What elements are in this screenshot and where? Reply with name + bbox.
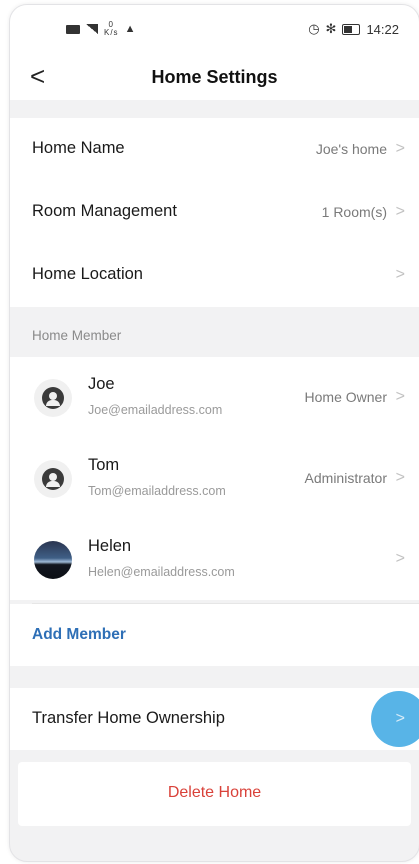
transfer-ownership-row[interactable]: Transfer Home Ownership > [10,688,419,750]
add-member-row: Add Member [10,604,419,666]
status-left: 0 K/s ▲ [66,21,136,37]
member-email: Helen@emailaddress.com [88,565,235,579]
home-location-row[interactable]: Home Location > [10,244,419,307]
room-management-label: Room Management [32,202,177,220]
delete-home-label: Delete Home [167,784,262,801]
net-speed-unit: K/s [104,28,119,37]
hd-icon [66,24,80,34]
chevron-right-icon: > [395,710,405,727]
member-email: Joe@emailaddress.com [88,403,223,417]
member-name: Joe [88,375,115,393]
member-role: Home Owner [304,389,387,405]
nav-bar: < Home Settings [10,55,419,100]
signal-icon [86,24,98,34]
status-right: ◷ ✻ 14:22 [308,21,399,37]
page-title: Home Settings [151,67,278,87]
room-management-value: 1 Room(s) [321,204,387,220]
status-bar: 0 K/s ▲ ◷ ✻ 14:22 [10,5,419,55]
member-name: Tom [88,456,120,474]
home-name-label: Home Name [32,139,125,157]
member-row-helen[interactable]: Helen Helen@emailaddress.com > [10,519,419,600]
member-row-joe[interactable]: Joe Joe@emailaddress.com Home Owner > [10,357,419,438]
status-time: 14:22 [366,21,399,37]
home-name-value: Joe's home [315,141,387,157]
chevron-right-icon: > [395,550,405,567]
alarm-icon: ◷ [308,21,320,36]
member-email: Tom@emailaddress.com [88,484,226,498]
add-member-button[interactable]: Add Member [32,626,126,644]
bluetooth-icon: ✻ [325,21,337,36]
phone-frame: 0 K/s ▲ ◷ ✻ 14:22 < Home Settings Home N… [9,4,419,862]
home-member-header-label: Home Member [32,328,122,343]
delete-home-button[interactable]: Delete Home [18,762,411,826]
member-role: Administrator [304,470,387,486]
net-speed: 0 K/s [104,21,119,37]
chevron-right-icon: > [395,469,405,486]
default-user-avatar-icon [34,379,72,417]
battery-icon [342,23,361,35]
member-name: Helen [88,537,132,555]
chevron-right-icon: > [395,266,405,283]
member-row-tom[interactable]: Tom Tom@emailaddress.com Administrator > [10,438,419,519]
notification-icon: ▲ [124,23,137,35]
chevron-right-icon: > [395,203,405,220]
photo-avatar [34,541,72,579]
room-management-row[interactable]: Room Management 1 Room(s) > [10,181,419,244]
home-name-row[interactable]: Home Name Joe's home > [10,118,419,181]
chevron-right-icon: > [395,388,405,405]
home-member-section-header: Home Member [10,311,419,357]
transfer-ownership-label: Transfer Home Ownership [32,709,225,727]
home-location-label: Home Location [32,265,143,283]
default-user-avatar-icon [34,460,72,498]
chevron-right-icon: > [395,140,405,157]
